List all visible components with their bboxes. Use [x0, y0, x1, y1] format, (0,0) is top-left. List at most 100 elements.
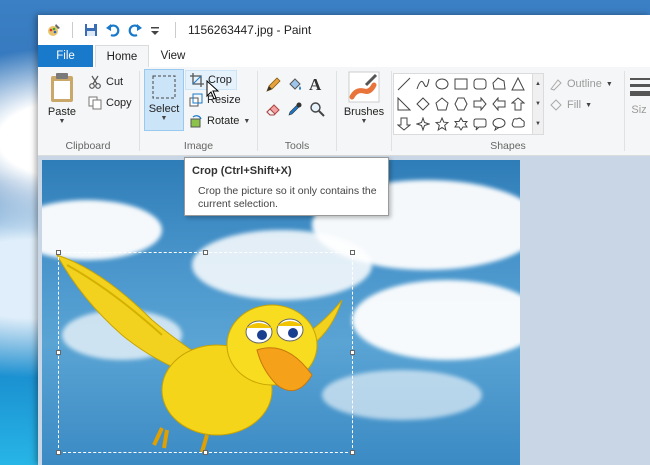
crop-tooltip: Crop (Ctrl+Shift+X) Crop the picture so …	[184, 157, 389, 216]
paste-button[interactable]: Paste ▼	[45, 71, 79, 131]
rotate-label: Rotate	[207, 115, 240, 127]
tooltip-title: Crop (Ctrl+Shift+X)	[192, 165, 292, 177]
down-arrow-shape-icon[interactable]	[394, 114, 413, 134]
pentagon-shape-icon[interactable]	[432, 94, 451, 114]
quick-access-toolbar	[46, 22, 180, 38]
color-picker-icon[interactable]	[287, 101, 303, 120]
six-point-star-shape-icon[interactable]	[451, 114, 470, 134]
chevron-down-icon: ▼	[585, 101, 592, 109]
redo-icon[interactable]	[127, 22, 143, 38]
tooltip-body: Crop the picture so it only contains the…	[198, 185, 377, 210]
oval-shape-icon[interactable]	[432, 74, 451, 94]
resize-icon	[189, 93, 203, 107]
ribbon: Paste ▼ Cut Copy Clipboard Select ▼ Crop…	[38, 67, 650, 156]
select-label: Select	[148, 103, 180, 115]
pencil-icon[interactable]	[265, 77, 281, 96]
selection-handle[interactable]	[203, 250, 208, 255]
clipboard-group-label: Clipboard	[65, 140, 111, 152]
fill-bucket-icon[interactable]	[287, 77, 303, 96]
right-arrow-shape-icon[interactable]	[470, 94, 489, 114]
line-shape-icon[interactable]	[394, 74, 413, 94]
diamond-shape-icon[interactable]	[413, 94, 432, 114]
selection-handle[interactable]	[350, 350, 355, 355]
right-triangle-shape-icon[interactable]	[394, 94, 413, 114]
selection-handle[interactable]	[56, 350, 61, 355]
shapes-scroll[interactable]: ▲ ▼ ▼	[532, 73, 544, 135]
divider	[139, 71, 140, 151]
curve-shape-icon[interactable]	[413, 74, 432, 94]
rectangle-shape-icon[interactable]	[451, 74, 470, 94]
customize-toolbar-icon[interactable]	[149, 22, 165, 38]
tab-view[interactable]: View	[150, 45, 196, 67]
select-button[interactable]: Select ▼	[144, 69, 184, 131]
chevron-down-icon: ▼	[160, 115, 168, 122]
divider	[624, 71, 625, 151]
hexagon-shape-icon[interactable]	[451, 94, 470, 114]
paste-icon	[51, 73, 73, 102]
magnifier-icon[interactable]	[309, 101, 325, 120]
paint-window: 1156263447.jpg - Paint File Home View Pa…	[38, 15, 650, 465]
outline-icon	[550, 79, 562, 91]
shapes-group-label: Shapes	[490, 140, 526, 152]
up-arrow-shape-icon[interactable]	[508, 94, 527, 114]
size-button[interactable]: Siz	[628, 75, 650, 135]
select-icon	[152, 75, 176, 99]
brushes-label: Brushes	[343, 106, 385, 118]
cloud-callout-shape-icon[interactable]	[508, 114, 527, 134]
chevron-down-icon[interactable]: ▼	[535, 101, 541, 107]
four-point-star-shape-icon[interactable]	[413, 114, 432, 134]
selection-handle[interactable]	[203, 450, 208, 455]
tab-file[interactable]: File	[38, 45, 93, 67]
brushes-group: Brushes ▼	[338, 67, 390, 155]
chevron-down-icon: ▼	[360, 118, 368, 125]
scissors-icon	[89, 75, 101, 89]
title-bar: 1156263447.jpg - Paint	[38, 15, 650, 45]
outline-label: Outline	[567, 78, 602, 90]
fill-icon	[550, 99, 562, 111]
divider	[336, 71, 337, 151]
text-tool-icon[interactable]: A	[309, 75, 321, 95]
cut-button[interactable]: Cut	[88, 73, 123, 91]
selection-handle[interactable]	[350, 250, 355, 255]
chevron-up-icon[interactable]: ▲	[535, 81, 541, 87]
divider	[391, 71, 392, 151]
outline-button[interactable]: Outline ▼	[549, 75, 613, 93]
eraser-icon[interactable]	[265, 101, 281, 120]
expand-gallery-icon[interactable]: ▼	[535, 121, 541, 127]
window-title: 1156263447.jpg - Paint	[188, 23, 312, 37]
mouse-cursor-icon	[206, 80, 220, 100]
rounded-rectangle-shape-icon[interactable]	[470, 74, 489, 94]
save-icon[interactable]	[83, 22, 99, 38]
rotate-button[interactable]: Rotate ▼	[189, 112, 250, 130]
divider	[257, 71, 258, 151]
divider	[175, 22, 176, 38]
polygon-shape-icon[interactable]	[489, 74, 508, 94]
brushes-button[interactable]: Brushes ▼	[340, 71, 388, 149]
oval-callout-shape-icon[interactable]	[489, 114, 508, 134]
size-label: Siz	[631, 104, 647, 116]
triangle-shape-icon[interactable]	[508, 74, 527, 94]
selection-handle[interactable]	[56, 450, 61, 455]
left-arrow-shape-icon[interactable]	[489, 94, 508, 114]
brush-icon	[348, 71, 380, 103]
chevron-down-icon: ▼	[243, 117, 251, 125]
copy-icon	[88, 96, 102, 110]
undo-icon[interactable]	[105, 22, 121, 38]
paste-label: Paste	[47, 106, 77, 118]
fill-button[interactable]: Fill ▼	[549, 96, 592, 114]
selection-handle[interactable]	[350, 450, 355, 455]
ribbon-tabs: File Home View	[38, 45, 650, 69]
tools-group: A Tools	[259, 67, 335, 155]
selection-handle[interactable]	[56, 250, 61, 255]
chevron-down-icon: ▼	[58, 118, 66, 125]
tab-home[interactable]: Home	[95, 45, 149, 69]
crop-icon	[190, 73, 204, 87]
paint-app-icon	[46, 22, 62, 38]
image-group-label: Image	[183, 140, 214, 152]
tools-group-label: Tools	[284, 140, 310, 152]
copy-button[interactable]: Copy	[88, 94, 132, 112]
five-point-star-shape-icon[interactable]	[432, 114, 451, 134]
rounded-callout-shape-icon[interactable]	[470, 114, 489, 134]
selection-rectangle[interactable]	[58, 252, 353, 453]
copy-label: Copy	[106, 97, 132, 109]
